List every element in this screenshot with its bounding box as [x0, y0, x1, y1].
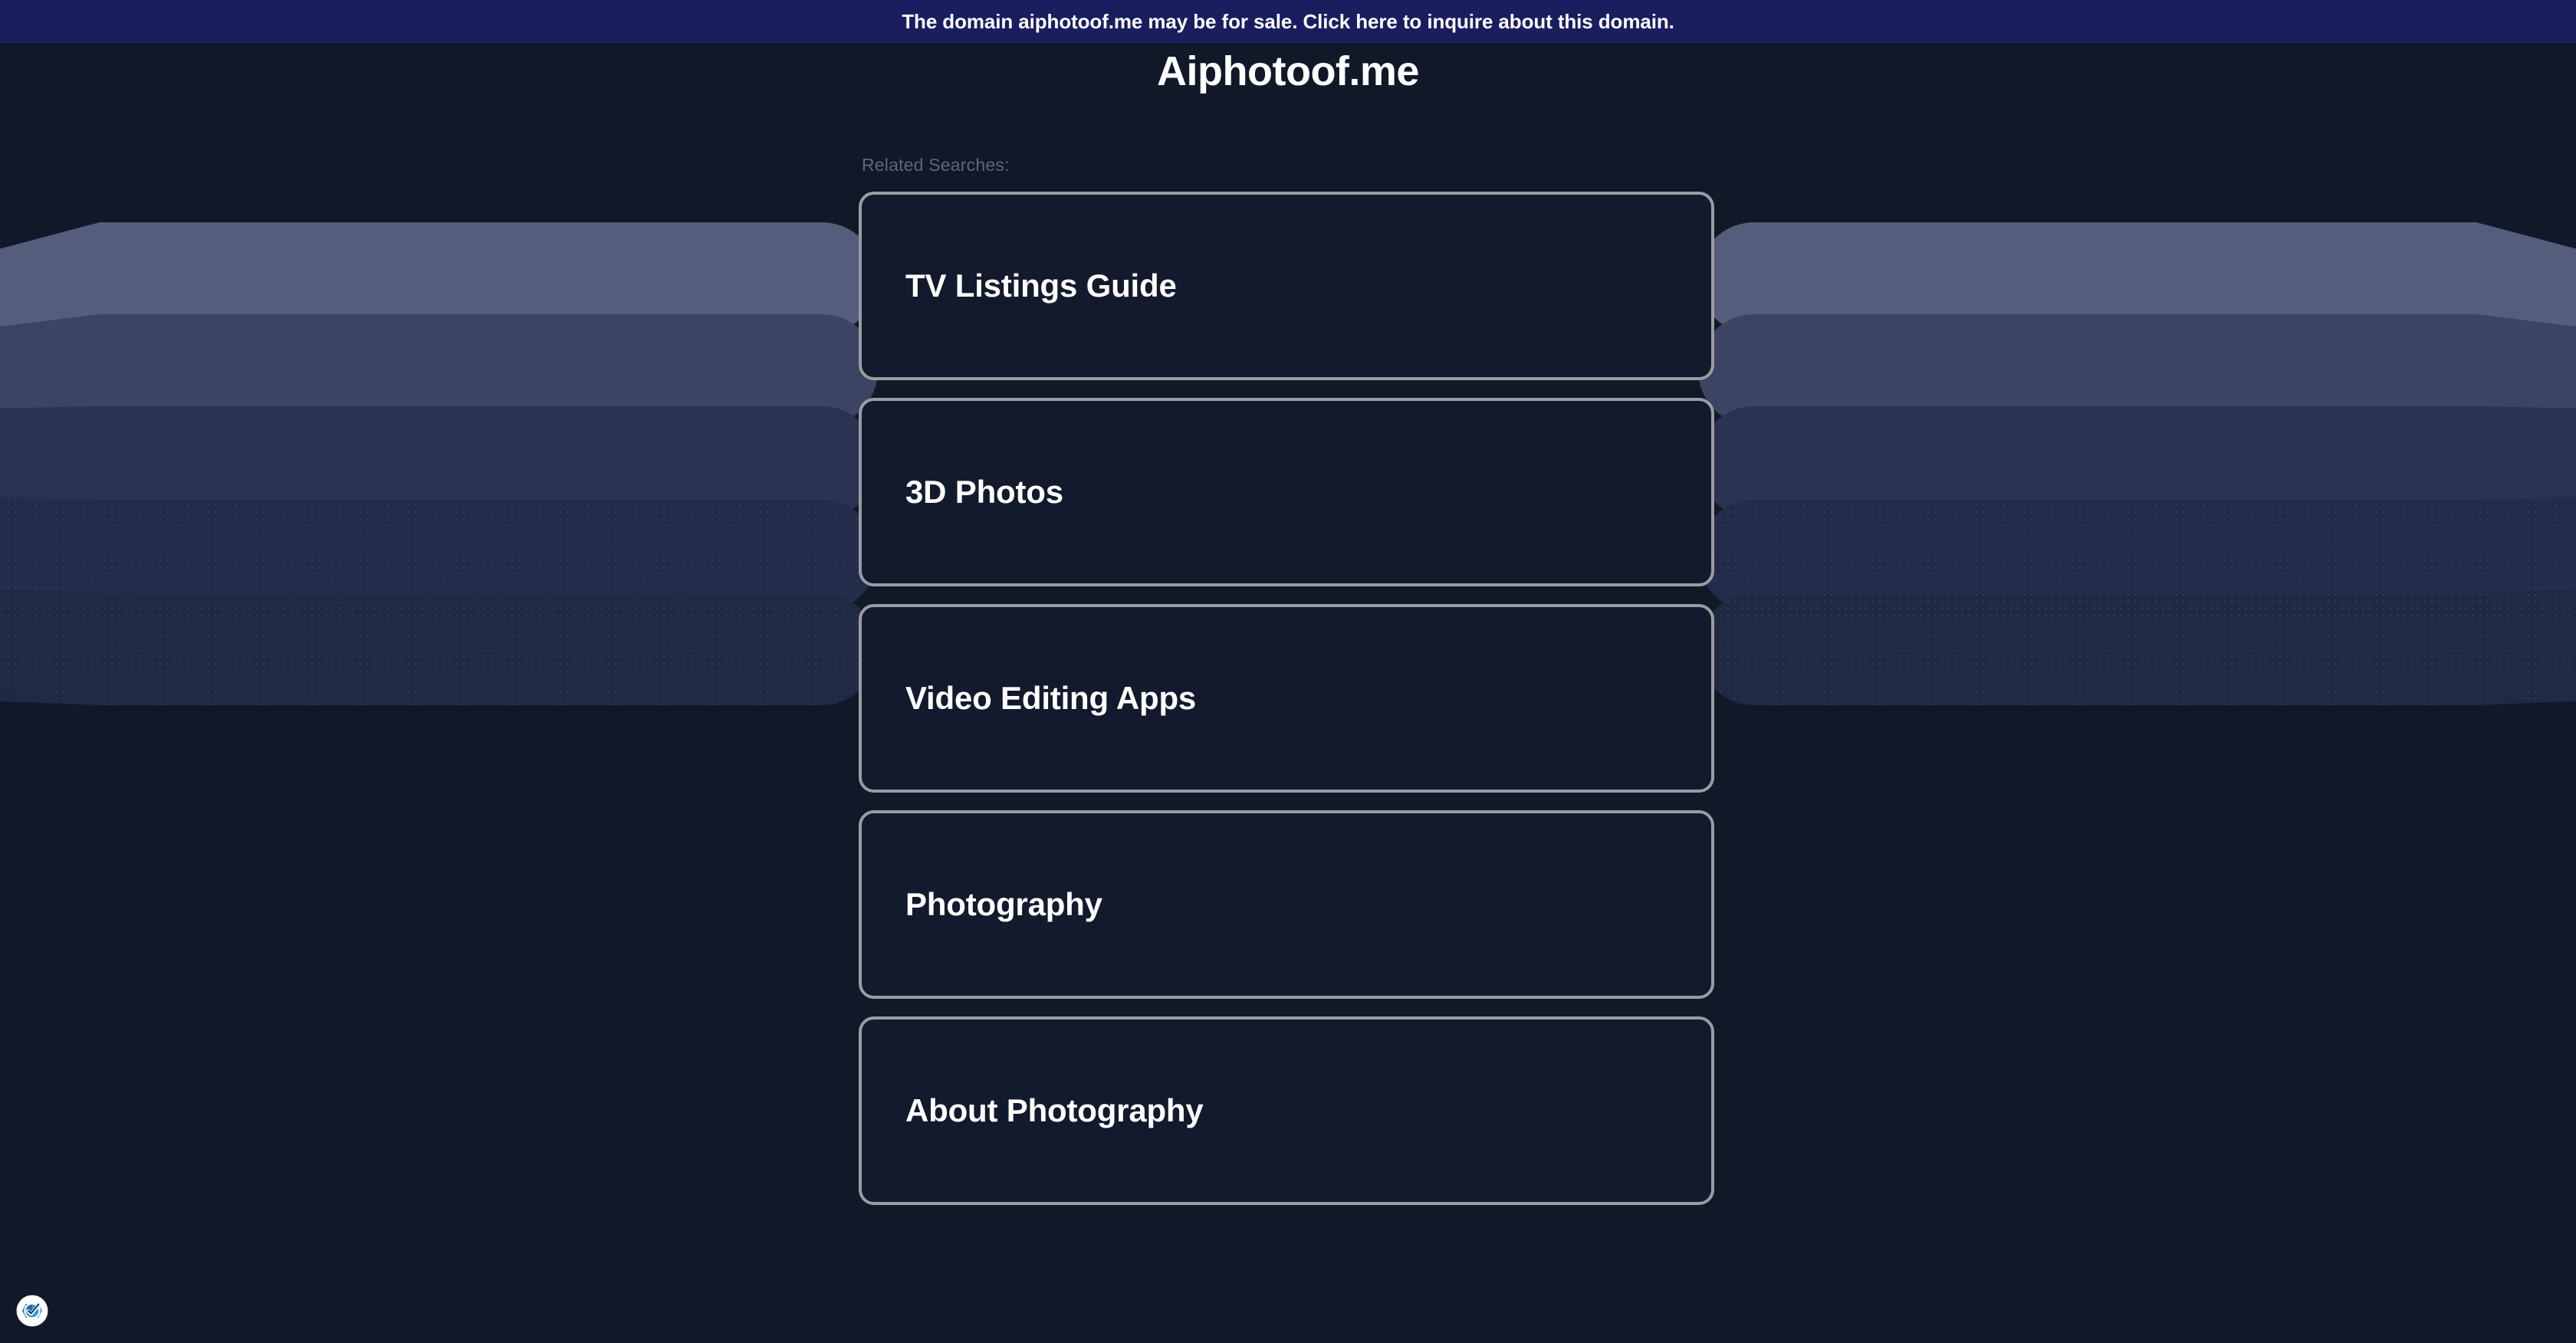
- verified-check-badge-icon[interactable]: [15, 1294, 49, 1328]
- related-search-card-4[interactable]: Photography: [859, 809, 1714, 999]
- main-content: Aiphotoof.me Related Searches: TV Listin…: [859, 0, 1717, 1205]
- right-decorative-graphic: [1671, 0, 2576, 1343]
- related-search-label: 3D Photos: [905, 473, 1063, 510]
- related-searches-list: TV Listings Guide 3D Photos Video Editin…: [859, 191, 1717, 1205]
- related-search-label: About Photography: [905, 1092, 1204, 1128]
- related-search-card-5[interactable]: About Photography: [859, 1016, 1714, 1205]
- page-title: Aiphotoof.me: [1157, 48, 1419, 94]
- left-decorative-graphic: [0, 0, 905, 1343]
- related-search-label: TV Listings Guide: [905, 267, 1177, 304]
- domain-sale-banner-text[interactable]: The domain aiphotoof.me may be for sale.…: [902, 11, 1674, 31]
- related-search-card-1[interactable]: TV Listings Guide: [859, 191, 1714, 380]
- related-search-label: Video Editing Apps: [905, 679, 1197, 716]
- related-search-label: Photography: [905, 885, 1102, 922]
- related-search-card-2[interactable]: 3D Photos: [859, 397, 1714, 586]
- related-searches-heading: Related Searches:: [862, 154, 1010, 175]
- domain-sale-banner[interactable]: The domain aiphotoof.me may be for sale.…: [0, 0, 2576, 43]
- related-search-card-3[interactable]: Video Editing Apps: [859, 603, 1714, 793]
